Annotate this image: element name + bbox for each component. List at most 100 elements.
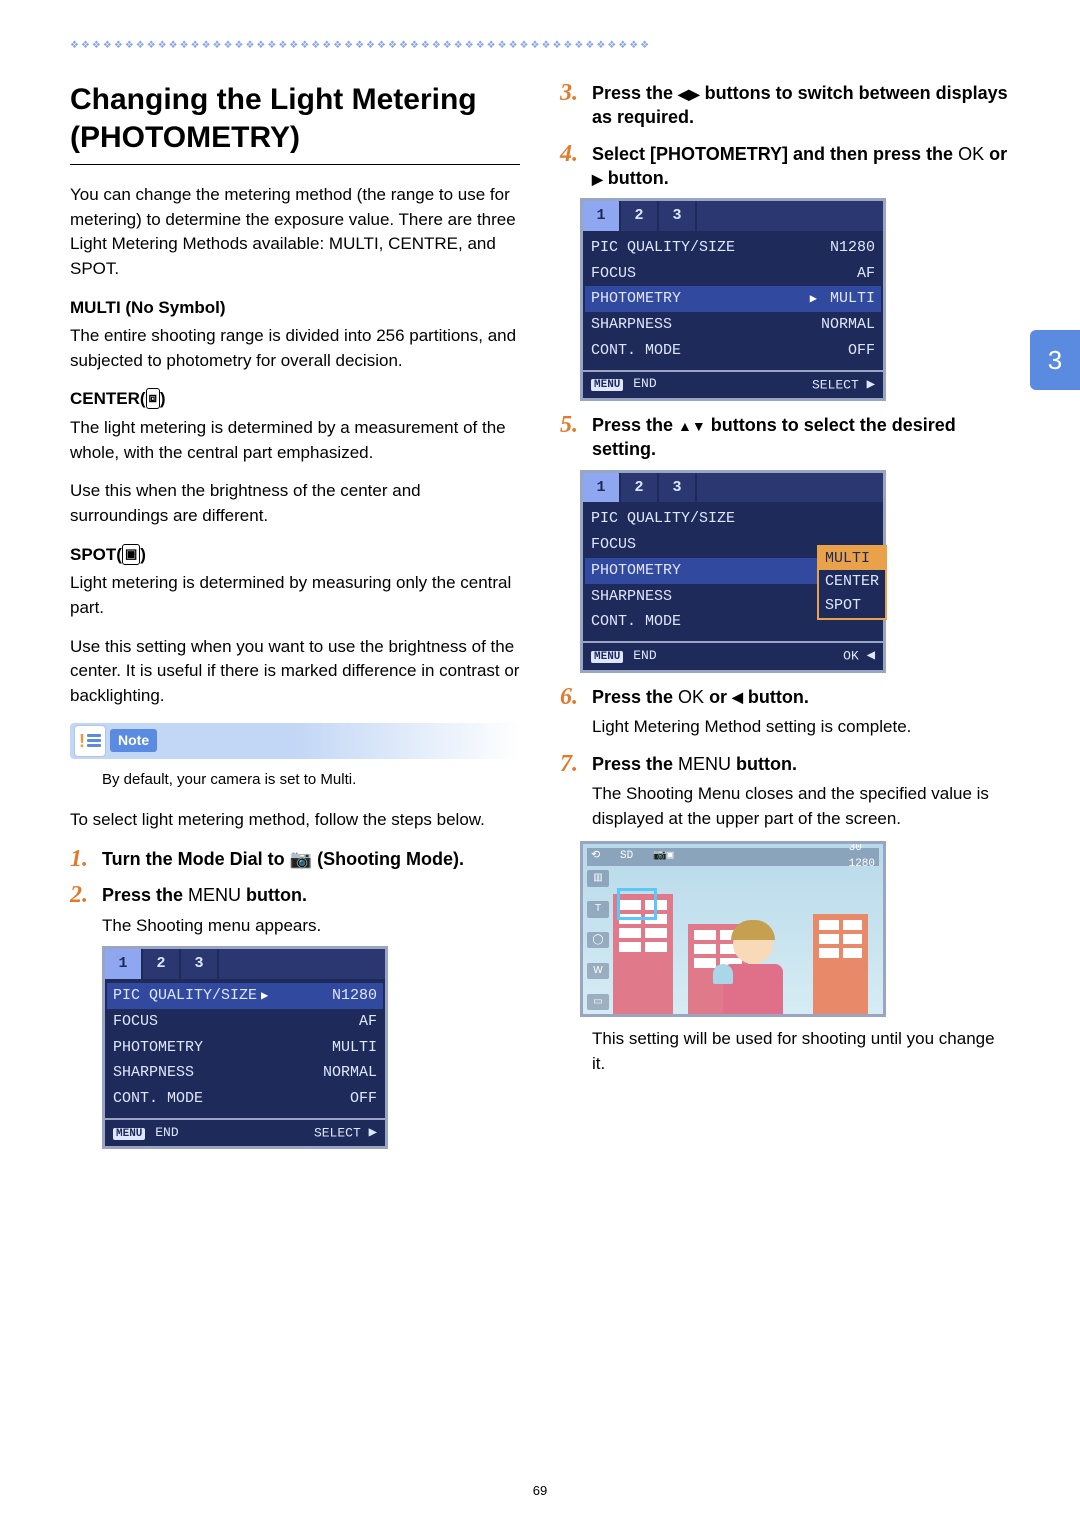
left-column: Changing the Light Metering (PHOTOMETRY)… xyxy=(70,81,520,1161)
lcd1-row-sharp: SHARPNESS xyxy=(113,1062,194,1084)
step6-pre: Press the xyxy=(592,687,678,707)
note-label: Note xyxy=(110,729,157,751)
lcd1-val-sharp: NORMAL xyxy=(323,1062,377,1084)
left-triangle-icon: ◀ xyxy=(732,688,743,707)
lcd1-tab-1: 1 xyxy=(105,949,143,979)
lcd2-val-photo: MULTI xyxy=(830,290,875,307)
step-7-body: The Shooting Menu closes and the specifi… xyxy=(592,782,1010,831)
step7-menu: MENU xyxy=(678,754,731,774)
lcd-menu-3: 1 2 3 PIC QUALITY/SIZE FOCUS PHOTOMETRY … xyxy=(580,470,886,673)
lcd2-tab-1: 1 xyxy=(583,201,621,231)
lcd3-tab-3: 3 xyxy=(659,473,697,503)
note-box: ! Note By default, your camera is set to… xyxy=(70,723,520,791)
step2-post: button. xyxy=(241,885,307,905)
lcd1-footer-select: SELECT xyxy=(314,1125,361,1140)
step2-pre: Press the xyxy=(102,885,188,905)
center-paragraph-1: The light metering is determined by a me… xyxy=(70,416,520,465)
lcd3-options-popup: MULTI CENTER SPOT xyxy=(817,545,887,620)
lcd1-val-pic: N1280 xyxy=(332,985,377,1007)
step6-c: button. xyxy=(743,687,809,707)
illus-left-icons: ▥T◯W▭ xyxy=(587,870,609,1010)
lcd2-tab-3: 3 xyxy=(659,201,697,231)
right-triangle-icon: ▶ xyxy=(592,170,603,189)
lcd2-row-focus: FOCUS xyxy=(591,263,636,285)
lcd3-footer-menu: MENU xyxy=(591,651,623,663)
lcd2-val-focus: AF xyxy=(857,263,875,285)
page-title: Changing the Light Metering (PHOTOMETRY) xyxy=(70,81,520,156)
section-tab-3: 3 xyxy=(1030,330,1080,390)
step-2-body: The Shooting menu appears. xyxy=(102,914,520,939)
center-mode-icon: ⧈ xyxy=(146,388,160,409)
step4-b: or xyxy=(984,144,1007,164)
lcd-menu-1: 1 2 3 PIC QUALITY/SIZE▶ N1280 FOCUSAF PH… xyxy=(102,946,388,1149)
multi-paragraph: The entire shooting range is divided int… xyxy=(70,324,520,373)
step1-pre: Turn the Mode Dial to xyxy=(102,849,290,869)
center-paragraph-2: Use this when the brightness of the cent… xyxy=(70,479,520,528)
step7-pre: Press the xyxy=(592,754,678,774)
step7-post: button. xyxy=(731,754,797,774)
note-icon: ! xyxy=(74,725,106,757)
step4-ok: OK xyxy=(958,144,984,164)
lcd1-val-cont: OFF xyxy=(350,1088,377,1110)
lcd3-opt-multi: MULTI xyxy=(819,547,885,571)
spot-mode-icon: ▣ xyxy=(122,544,140,565)
step4-c: button. xyxy=(603,168,669,188)
left-triangle-icon: ◀ xyxy=(867,646,875,666)
step3-pre: Press the xyxy=(592,83,678,103)
step6-ok: OK xyxy=(678,687,704,707)
lcd1-val-photo: MULTI xyxy=(332,1037,377,1059)
lcd1-row-photo: PHOTOMETRY xyxy=(113,1037,203,1059)
lcd3-row-sharp: SHARPNESS xyxy=(591,586,672,608)
lcd2-footer-menu: MENU xyxy=(591,379,623,391)
note-body: By default, your camera is set to Multi. xyxy=(102,769,520,791)
step-6-heading: 6. Press the OK or ◀ button. xyxy=(560,685,1010,709)
spot-heading-pre: SPOT( xyxy=(70,545,122,564)
focus-square-icon xyxy=(617,888,657,920)
camera-icon: 📷 xyxy=(290,847,312,871)
steps-intro: To select light metering method, follow … xyxy=(70,808,520,833)
illus-size: 1280 xyxy=(849,858,875,870)
step1-post: (Shooting Mode). xyxy=(312,849,464,869)
up-down-arrows-icon: ▲▼ xyxy=(678,417,706,436)
step-7-tail: This setting will be used for shooting u… xyxy=(592,1027,1010,1076)
decorative-diamond-row: ❖❖❖❖❖❖❖❖❖❖❖❖❖❖❖❖❖❖❖❖❖❖❖❖❖❖❖❖❖❖❖❖❖❖❖❖❖❖❖❖… xyxy=(70,40,1010,51)
step4-a: Select [PHOTOMETRY] and then press the xyxy=(592,144,958,164)
right-triangle-icon: ▶ xyxy=(369,1123,377,1143)
left-right-arrows-icon: ◀▶ xyxy=(678,85,700,104)
lcd3-row-pic: PIC QUALITY/SIZE xyxy=(591,508,735,530)
lcd3-footer-ok: OK xyxy=(843,649,859,664)
lcd3-tab-1: 1 xyxy=(583,473,621,503)
lcd3-row-cont: CONT. MODE xyxy=(591,611,681,633)
lcd1-row-focus: FOCUS xyxy=(113,1011,158,1033)
illus-top-icons: ⟲ SD 📷▣ xyxy=(591,849,673,865)
spot-heading: SPOT(▣) xyxy=(70,543,520,568)
lcd1-footer-end: END xyxy=(155,1125,178,1140)
result-illustration: ⟲ SD 📷▣ 30 1280 ▥T◯W▭ xyxy=(580,841,886,1017)
lcd3-opt-spot: SPOT xyxy=(819,594,885,618)
lcd3-row-photo: PHOTOMETRY xyxy=(591,560,681,582)
lcd2-row-pic: PIC QUALITY/SIZE xyxy=(591,237,735,259)
step-6-body: Light Metering Method setting is complet… xyxy=(592,715,1010,740)
center-heading-pre: CENTER( xyxy=(70,389,146,408)
lcd2-row-photo: PHOTOMETRY xyxy=(591,290,681,307)
step6-b: or xyxy=(704,687,732,707)
lcd2-row-sharp: SHARPNESS xyxy=(591,314,672,336)
step5-pre: Press the xyxy=(592,415,678,435)
lcd2-row-cont: CONT. MODE xyxy=(591,340,681,362)
lcd3-tab-2: 2 xyxy=(621,473,659,503)
lcd1-row-cont: CONT. MODE xyxy=(113,1088,203,1110)
spot-paragraph-1: Light metering is determined by measurin… xyxy=(70,571,520,620)
lcd2-val-pic: N1280 xyxy=(830,237,875,259)
spot-paragraph-2: Use this setting when you want to use th… xyxy=(70,635,520,709)
lcd1-tab-3: 3 xyxy=(181,949,219,979)
lcd2-val-sharp: NORMAL xyxy=(821,314,875,336)
lcd2-val-cont: OFF xyxy=(848,340,875,362)
step-7-heading: 7. Press the MENU button. xyxy=(560,752,1010,776)
lcd2-footer-end: END xyxy=(633,376,656,391)
lcd1-val-focus: AF xyxy=(359,1011,377,1033)
lcd-menu-2: 1 2 3 PIC QUALITY/SIZEN1280 FOCUSAF PHOT… xyxy=(580,198,886,401)
center-heading: CENTER(⧈) xyxy=(70,387,520,412)
lcd1-row-pic: PIC QUALITY/SIZE xyxy=(113,987,257,1004)
lcd1-footer-menu: MENU xyxy=(113,1128,145,1140)
lcd3-footer-end: END xyxy=(633,648,656,663)
